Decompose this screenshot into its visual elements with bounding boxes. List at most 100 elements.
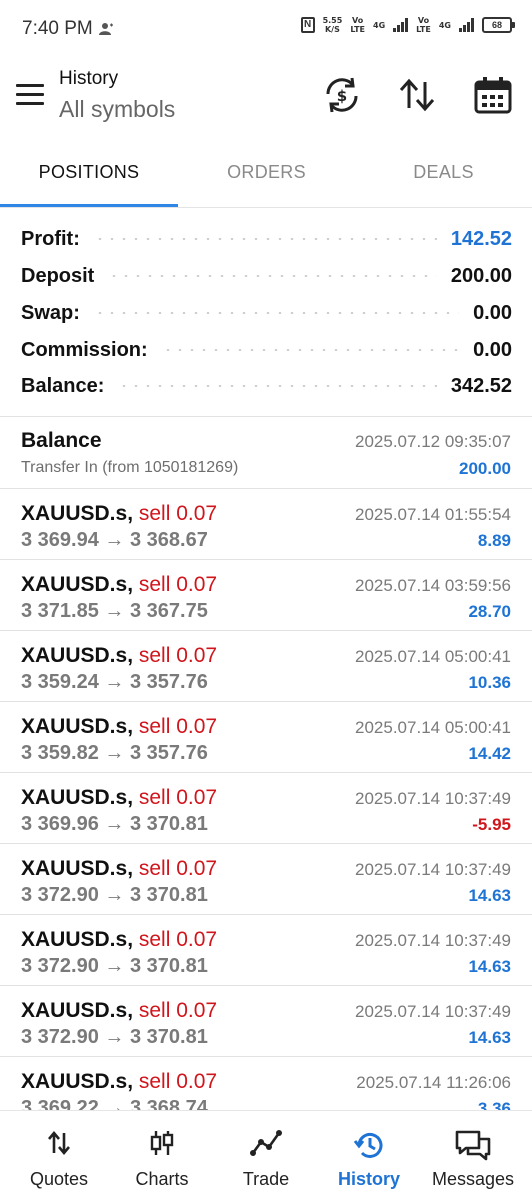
dotted-leader bbox=[93, 312, 460, 314]
summary-value: 342.52 bbox=[450, 374, 512, 397]
balance-entry[interactable]: Balance Transfer In (from 1050181269) 20… bbox=[0, 416, 532, 488]
deal-side: sell 0.07 bbox=[138, 786, 218, 809]
summary-row-balance: Balance: 342.52 bbox=[21, 371, 512, 401]
summary-value: 0.00 bbox=[473, 338, 512, 361]
tab-positions[interactable]: POSITIONS bbox=[0, 162, 178, 183]
deal-symbol: XAUUSD.s bbox=[21, 999, 128, 1022]
summary-value: 0.00 bbox=[473, 301, 512, 324]
deal-symbol: XAUUSD.s bbox=[21, 928, 128, 951]
deal-time: 2025.07.14 11:26:06 bbox=[356, 1073, 511, 1092]
nfc-icon: N bbox=[300, 17, 315, 33]
summary-row-deposit: Deposit 200.00 bbox=[21, 261, 512, 291]
deal-symbol-line: XAUUSD.s, sell 0.07 bbox=[21, 1070, 218, 1093]
deal-profit: -5.95 bbox=[472, 815, 511, 834]
calendar-icon[interactable] bbox=[473, 74, 513, 116]
hamburger-menu-icon[interactable] bbox=[16, 84, 44, 106]
symbol-filter[interactable]: All symbols bbox=[59, 96, 175, 123]
deal-side: sell 0.07 bbox=[138, 502, 218, 525]
nav-messages[interactable]: Messages bbox=[420, 1111, 526, 1200]
deal-profit: 10.36 bbox=[468, 673, 511, 692]
deal-row[interactable]: XAUUSD.s, sell 0.07 3 369.94 → 3 368.67 … bbox=[0, 488, 532, 559]
summary-row-commission: Commission: 0.00 bbox=[21, 335, 512, 365]
history-tabs: POSITIONS ORDERS DEALS bbox=[0, 136, 532, 208]
deal-symbol-line: XAUUSD.s, sell 0.07 bbox=[21, 786, 218, 809]
summary-value: 142.52 bbox=[450, 227, 512, 250]
tab-orders[interactable]: ORDERS bbox=[178, 162, 355, 183]
quotes-arrows-icon bbox=[48, 1130, 70, 1156]
trade-line-icon bbox=[250, 1130, 282, 1156]
summary-label: Swap: bbox=[21, 301, 80, 324]
currency-refresh-icon[interactable]: $ bbox=[322, 74, 362, 116]
deal-symbol-line: XAUUSD.s, sell 0.07 bbox=[21, 857, 218, 880]
deal-symbol: XAUUSD.s bbox=[21, 573, 128, 596]
deal-row[interactable]: XAUUSD.s, sell 0.07 3 372.90 → 3 370.81 … bbox=[0, 843, 532, 914]
candlestick-icon bbox=[150, 1131, 174, 1155]
volte-1-label: Vo LTE bbox=[350, 16, 366, 34]
deal-symbol-line: XAUUSD.s, sell 0.07 bbox=[21, 928, 218, 951]
balance-entry-title: Balance bbox=[21, 429, 102, 452]
deal-profit: 14.63 bbox=[468, 957, 511, 976]
nav-quotes[interactable]: Quotes bbox=[6, 1111, 112, 1200]
deal-time: 2025.07.14 10:37:49 bbox=[355, 860, 511, 879]
deal-symbol-line: XAUUSD.s, sell 0.07 bbox=[21, 715, 218, 738]
deal-profit: 8.89 bbox=[477, 531, 511, 550]
deal-row[interactable]: XAUUSD.s, sell 0.07 3 372.90 → 3 370.81 … bbox=[0, 985, 532, 1056]
deal-prices: 3 359.24 → 3 357.76 bbox=[21, 671, 208, 693]
deal-prices: 3 369.94 → 3 368.67 bbox=[21, 529, 208, 551]
active-tab-indicator bbox=[0, 204, 178, 207]
deal-symbol: XAUUSD.s bbox=[21, 502, 128, 525]
deal-time: 2025.07.14 05:00:41 bbox=[355, 647, 511, 666]
deal-time: 2025.07.14 01:55:54 bbox=[355, 505, 511, 524]
summary-value: 200.00 bbox=[450, 264, 512, 287]
chat-bubbles-icon bbox=[455, 1130, 491, 1161]
history-clock-icon bbox=[353, 1132, 383, 1158]
summary-label: Deposit bbox=[21, 264, 95, 287]
status-time: 7:40 PM bbox=[22, 18, 93, 39]
balance-entry-amount: 200.00 bbox=[459, 459, 511, 478]
deal-side: sell 0.07 bbox=[138, 1070, 218, 1093]
deal-symbol: XAUUSD.s bbox=[21, 857, 128, 880]
nav-history[interactable]: History bbox=[316, 1111, 422, 1200]
deal-row[interactable]: XAUUSD.s, sell 0.07 3 359.82 → 3 357.76 … bbox=[0, 701, 532, 772]
page-title: History bbox=[59, 68, 119, 89]
dotted-leader bbox=[108, 275, 437, 277]
nav-charts[interactable]: Charts bbox=[109, 1111, 215, 1200]
deal-row[interactable]: XAUUSD.s, sell 0.07 3 369.96 → 3 370.81 … bbox=[0, 772, 532, 843]
battery-icon: 68 bbox=[482, 17, 515, 33]
deal-row[interactable]: XAUUSD.s, sell 0.07 3 359.24 → 3 357.76 … bbox=[0, 630, 532, 701]
deal-symbol: XAUUSD.s bbox=[21, 715, 128, 738]
app-bar: History All symbols $ bbox=[0, 60, 532, 136]
tab-deals[interactable]: DEALS bbox=[355, 162, 532, 183]
deal-profit: 14.42 bbox=[468, 744, 511, 763]
summary-label: Commission: bbox=[21, 338, 148, 361]
deal-symbol-line: XAUUSD.s, sell 0.07 bbox=[21, 644, 218, 667]
deal-row[interactable]: XAUUSD.s, sell 0.07 3 372.90 → 3 370.81 … bbox=[0, 914, 532, 985]
sort-arrows-icon[interactable] bbox=[397, 74, 437, 116]
deal-symbol-line: XAUUSD.s, sell 0.07 bbox=[21, 999, 218, 1022]
deal-symbol: XAUUSD.s bbox=[21, 1070, 128, 1093]
deal-time: 2025.07.14 10:37:49 bbox=[355, 931, 511, 950]
nav-trade[interactable]: Trade bbox=[213, 1111, 319, 1200]
deal-profit: 14.63 bbox=[468, 1028, 511, 1047]
deal-symbol-line: XAUUSD.s, sell 0.07 bbox=[21, 573, 218, 596]
deal-side: sell 0.07 bbox=[138, 857, 218, 880]
deal-side: sell 0.07 bbox=[138, 999, 218, 1022]
deal-symbol: XAUUSD.s bbox=[21, 786, 128, 809]
summary-row-swap: Swap: 0.00 bbox=[21, 298, 512, 328]
bottom-navigation: Quotes Charts Trade History Messages bbox=[0, 1110, 532, 1200]
deal-row[interactable]: XAUUSD.s, sell 0.07 3 371.85 → 3 367.75 … bbox=[0, 559, 532, 630]
status-icons: N 5.55 K/S Vo LTE 4G Vo LTE 4G 68 bbox=[300, 16, 515, 34]
signal-2-icon bbox=[459, 18, 474, 32]
dotted-leader bbox=[93, 238, 437, 240]
deal-prices: 3 369.96 → 3 370.81 bbox=[21, 813, 208, 835]
sim1-network: 4G bbox=[373, 20, 386, 30]
balance-entry-comment: Transfer In (from 1050181269) bbox=[21, 459, 239, 476]
deal-profit: 14.63 bbox=[468, 886, 511, 905]
net-speed: 5.55 K/S bbox=[322, 16, 343, 34]
nav-label: History bbox=[337, 1169, 400, 1189]
deal-time: 2025.07.14 05:00:41 bbox=[355, 718, 511, 737]
summary-row-profit: Profit: 142.52 bbox=[21, 224, 512, 254]
volte-2-label: Vo LTE bbox=[416, 16, 431, 34]
nav-label: Quotes bbox=[29, 1169, 89, 1189]
signal-1-icon bbox=[393, 18, 409, 32]
